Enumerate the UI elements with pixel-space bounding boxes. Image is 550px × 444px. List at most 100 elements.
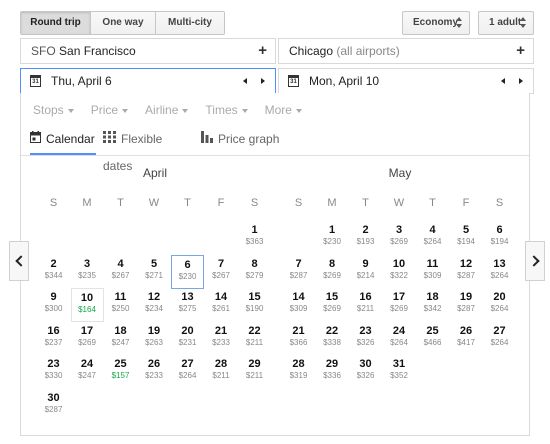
calendar-day[interactable]: 4 $267 [104, 255, 137, 289]
calendar-day[interactable]: 18 $342 [416, 288, 449, 322]
calendar-day[interactable]: 2 $193 [349, 221, 382, 255]
day-number: 29 [248, 358, 261, 370]
calendar-day[interactable]: 13 $275 [171, 288, 204, 322]
calendar-day[interactable]: 20 $264 [483, 288, 516, 322]
calendar-day[interactable]: 27 $264 [483, 322, 516, 356]
day-price: $466 [423, 337, 442, 347]
calendar-day[interactable]: 17 $269 [383, 288, 416, 322]
filter-more[interactable]: More [265, 103, 302, 117]
weekday-header: T [117, 197, 124, 209]
calendar-day[interactable]: 18 $247 [104, 322, 137, 356]
calendar-day[interactable]: 27 $264 [171, 355, 204, 389]
filter-times[interactable]: Times [205, 103, 248, 117]
calendar-day[interactable]: 11 $309 [416, 255, 449, 289]
calendar-day[interactable]: 25 $466 [416, 322, 449, 356]
tab-calendar[interactable]: Calendar [30, 126, 96, 155]
day-price: $363 [245, 237, 264, 246]
day-price: $247 [111, 337, 130, 347]
day-price: $287 [44, 404, 63, 414]
passengers-select[interactable]: 1 adult [478, 11, 534, 35]
calendar-day[interactable]: 23 $330 [37, 355, 70, 389]
day-price: $194 [457, 237, 475, 246]
calendar-day[interactable]: 22 $211 [238, 322, 271, 356]
calendar-day[interactable]: 3 $235 [71, 255, 104, 289]
tab-price-graph[interactable]: Price graph [201, 126, 281, 155]
calendar-day[interactable]: 28 $211 [205, 355, 238, 389]
calendar-day[interactable]: 17 $269 [71, 322, 104, 356]
add-destination-icon[interactable]: + [516, 39, 525, 63]
calendar-day[interactable]: 2 $344 [37, 255, 70, 289]
calendar-day[interactable]: 24 $264 [383, 322, 416, 356]
calendar-day[interactable]: 23 $326 [349, 322, 382, 356]
calendar-day[interactable]: 14 $309 [282, 288, 315, 322]
destination-suffix: (all airports) [336, 44, 400, 58]
calendar-day[interactable]: 12 $287 [450, 255, 483, 289]
prev-month-button[interactable] [9, 241, 29, 281]
calendar-day[interactable]: 1 $363 [238, 221, 271, 255]
calendar-day[interactable]: 16 $211 [349, 288, 382, 322]
calendar-day[interactable]: 5 $271 [138, 255, 171, 289]
tab-flexible-dates[interactable]: Flexible dates [103, 126, 193, 173]
calendar-day[interactable]: 30 $326 [349, 355, 382, 389]
calendar-day[interactable]: 12 $234 [138, 288, 171, 322]
add-origin-icon[interactable]: + [258, 39, 267, 63]
day-price: $326 [356, 371, 375, 380]
calendar-day[interactable]: 25 $157 [104, 355, 137, 389]
calendar-day[interactable]: 19 $287 [450, 288, 483, 322]
weekday-header: M [327, 197, 337, 209]
weekday-header: S [495, 197, 504, 209]
calendar-day[interactable]: 26 $417 [450, 322, 483, 356]
calendar-day[interactable]: 11 $250 [104, 288, 137, 322]
depart-date-field[interactable]: 31 Thu, April 6 [20, 68, 276, 94]
calendar-day[interactable]: 3 $269 [383, 221, 416, 255]
cabin-class-select[interactable]: Economy [402, 11, 470, 35]
calendar-day[interactable]: 30 $287 [37, 389, 70, 423]
calendar-day[interactable]: 10 $322 [383, 255, 416, 289]
calendar-day[interactable]: 29 $211 [238, 355, 271, 389]
day-price: $319 [289, 371, 308, 380]
next-day-icon[interactable] [261, 78, 265, 84]
calendar-day[interactable]: 15 $190 [238, 288, 271, 322]
calendar-day[interactable]: 15 $269 [316, 288, 349, 322]
calendar-day[interactable]: 7 $267 [205, 255, 238, 289]
prev-day-icon[interactable] [501, 78, 505, 84]
calendar-day[interactable]: 19 $263 [138, 322, 171, 356]
calendar-day[interactable]: 16 $237 [37, 322, 70, 356]
calendar-day[interactable]: 8 $269 [316, 255, 349, 289]
next-day-icon[interactable] [519, 78, 523, 84]
round-trip-button[interactable]: Round trip [21, 12, 91, 34]
calendar-day[interactable]: 6 $230 [171, 254, 204, 289]
calendar-day[interactable]: 8 $279 [238, 255, 271, 289]
next-month-button[interactable] [525, 241, 545, 281]
calendar-day[interactable]: 20 $231 [171, 322, 204, 356]
calendar-day[interactable]: 28 $319 [282, 355, 315, 389]
multi-city-button[interactable]: Multi-city [156, 12, 224, 34]
prev-day-icon[interactable] [243, 78, 247, 84]
destination-field[interactable]: Chicago (all airports) + [278, 38, 534, 64]
calendar-day[interactable]: 10 $164 [70, 288, 104, 322]
calendar-day[interactable]: 9 $214 [349, 255, 382, 289]
day-number: 3 [83, 257, 91, 270]
calendar-day[interactable]: 5 $194 [450, 221, 483, 255]
calendar-day[interactable]: 26 $233 [138, 355, 171, 389]
filter-price[interactable]: Price [91, 103, 129, 117]
calendar-day[interactable]: 21 $366 [282, 322, 315, 356]
day-number: 14 [214, 291, 228, 303]
filter-airline[interactable]: Airline [145, 103, 189, 117]
calendar-day[interactable]: 4 $264 [416, 221, 449, 255]
filter-stops[interactable]: Stops [33, 103, 74, 117]
calendar-day[interactable]: 13 $264 [483, 255, 516, 289]
calendar-day[interactable]: 31 $352 [383, 355, 416, 389]
calendar-day[interactable]: 9 $300 [37, 288, 70, 322]
calendar-day[interactable]: 22 $338 [316, 322, 349, 356]
calendar-day[interactable]: 24 $247 [71, 355, 104, 389]
calendar-day[interactable]: 29 $336 [316, 355, 349, 389]
calendar-day[interactable]: 7 $287 [282, 255, 315, 289]
calendar-day[interactable]: 1 $230 [316, 221, 349, 255]
origin-field[interactable]: SFO San Francisco + [20, 38, 276, 64]
calendar-day[interactable]: 6 $194 [483, 221, 516, 255]
return-date-field[interactable]: 31 Mon, April 10 [278, 68, 534, 94]
one-way-button[interactable]: One way [91, 12, 156, 34]
calendar-day[interactable]: 21 $233 [205, 322, 238, 356]
calendar-day[interactable]: 14 $261 [205, 288, 238, 322]
